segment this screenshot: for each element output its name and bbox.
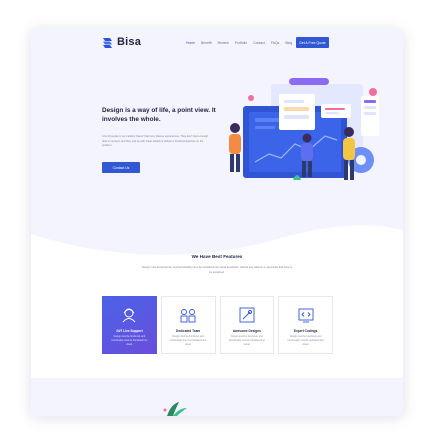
features-heading: We Have Best Features (191, 254, 243, 259)
team-icon (180, 309, 196, 323)
features-subtitle: Design must be functional, and functiona… (141, 266, 293, 274)
logo-mark-icon (102, 36, 114, 48)
feature-description: Design must be functional, and functiona… (228, 336, 265, 346)
nav-item-faqs[interactable]: FAQs (271, 41, 279, 45)
feature-description: Design must be functional, and functiona… (287, 336, 324, 346)
brand-name: Bisa (117, 36, 142, 48)
hero-description: A lot of people in our industry haven't … (102, 135, 209, 148)
hero-title: Design is a way of life, a point view. I… (102, 107, 216, 123)
feature-description: Design must be functional, and functiona… (111, 336, 148, 346)
nav-item-blog[interactable]: Blog (285, 41, 292, 45)
feature-title: Expert Codings (293, 329, 318, 333)
support-icon (122, 308, 136, 323)
nav-item-review[interactable]: Review (218, 41, 229, 45)
plant-illustration (163, 402, 187, 416)
top-navbar: Bisa Home Benefit Review Portfolio Contact FA… (31, 28, 403, 60)
feature-card-design[interactable]: Awesome Designs Design must be functiona… (219, 296, 275, 354)
feature-card-code[interactable]: Expert Codings Design must be functional… (278, 296, 333, 354)
contact-us-button[interactable]: Contact Us (102, 162, 140, 173)
get-quote-button[interactable]: Get A Free Quote (296, 37, 329, 48)
design-icon (239, 307, 255, 323)
feature-description: Design must be functional, and functiona… (170, 336, 207, 346)
hero-illustration (229, 78, 379, 180)
brand-logo[interactable]: Bisa (102, 36, 141, 48)
main-menu: Home Benefit Review Portfolio Contact FAQs Blo… (186, 41, 292, 45)
nav-item-contact[interactable]: Contact (253, 41, 265, 45)
nav-item-home[interactable]: Home (186, 41, 195, 45)
feature-card-support[interactable]: 24/7 Live Support Design must be functio… (102, 296, 157, 354)
feature-title: 24/7 Live Support (116, 329, 143, 333)
hero-section: Bisa Home Benefit Review Portfolio Contact FA… (31, 28, 403, 266)
feature-card-team[interactable]: Dedicated Team Design must be functional… (160, 296, 216, 354)
features-grid: 24/7 Live Support Design must be functio… (102, 296, 333, 354)
nav-item-portfolio[interactable]: Portfolio (235, 41, 247, 45)
code-icon (298, 308, 314, 323)
preview-card: Bisa Home Benefit Review Portfolio Contact FA… (31, 28, 403, 416)
feature-title: Dedicated Team (176, 329, 201, 333)
next-section-preview (31, 378, 403, 416)
feature-title: Awesome Designs (232, 329, 261, 333)
nav-item-benefit[interactable]: Benefit (201, 41, 212, 45)
